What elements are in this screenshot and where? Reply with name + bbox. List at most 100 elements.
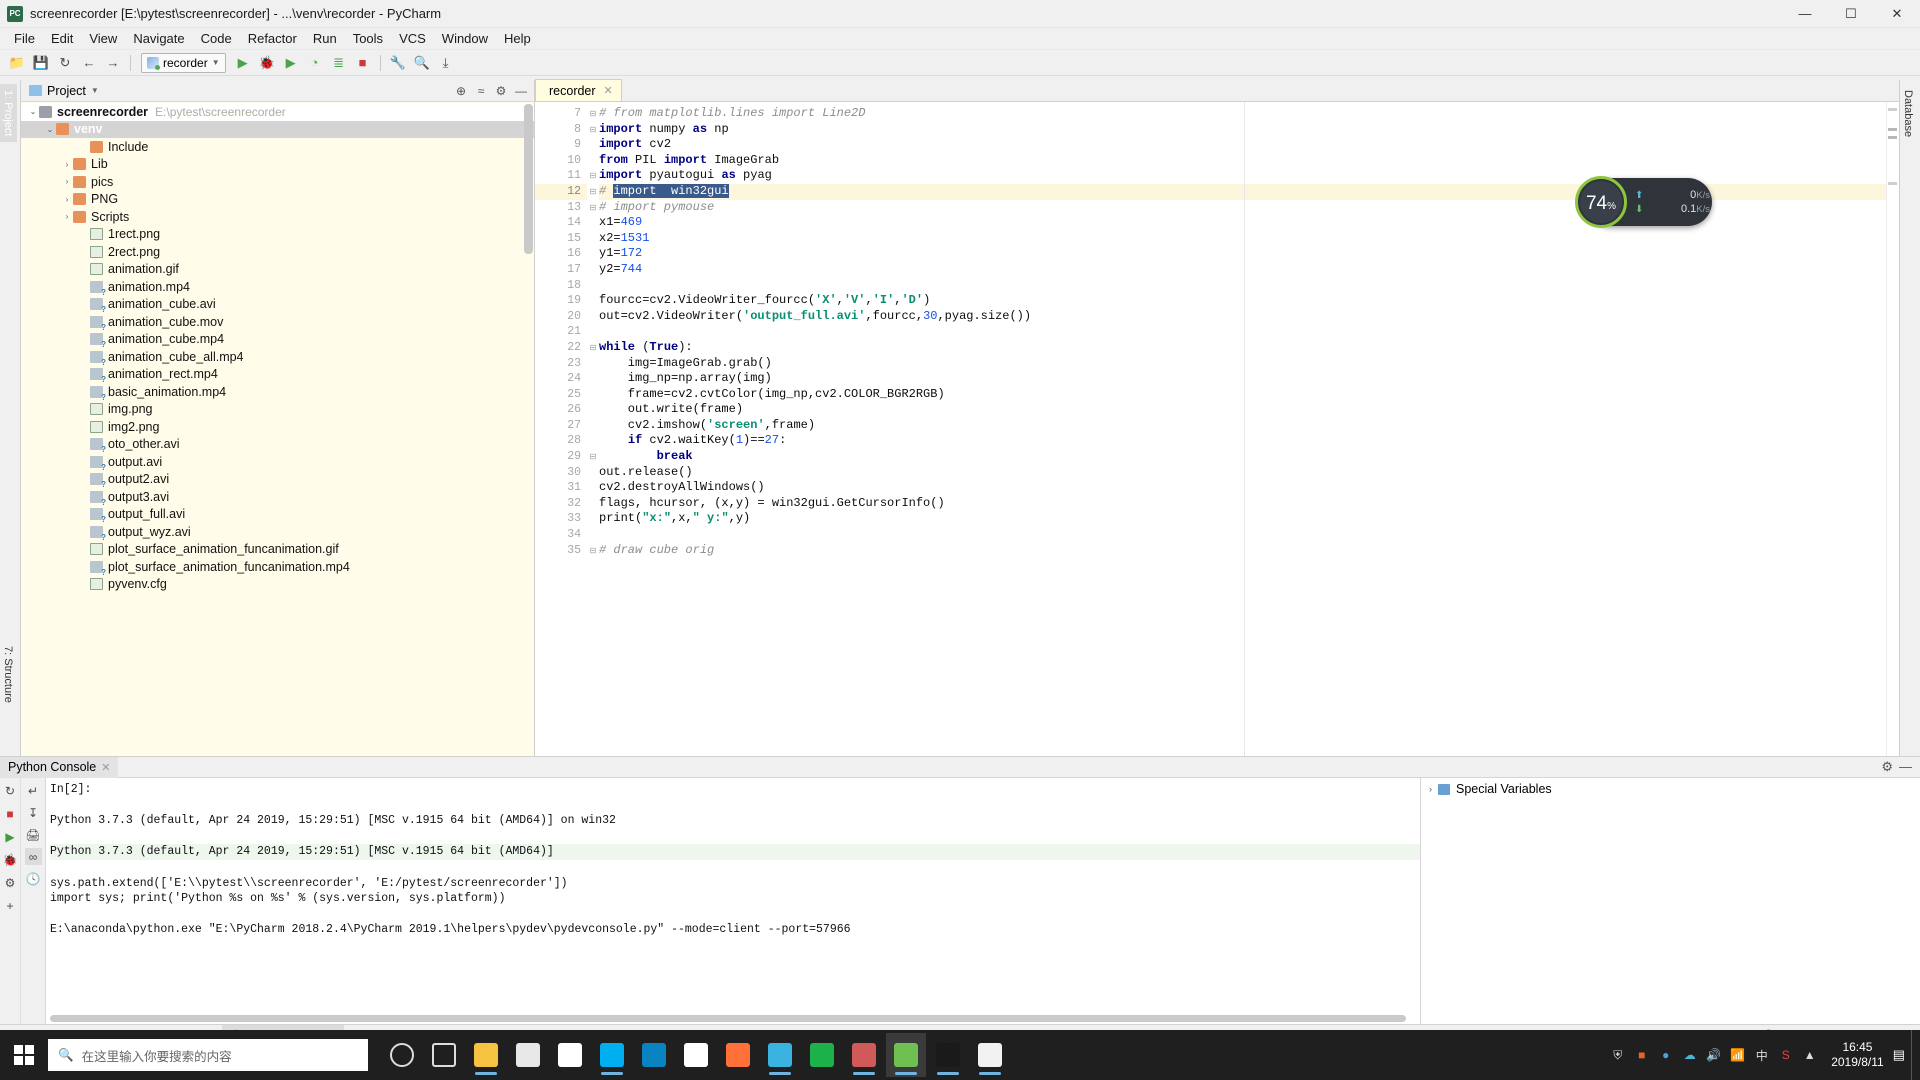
taskbar-vscode-icon[interactable] (676, 1033, 716, 1077)
locate-icon[interactable]: ⊕ (452, 82, 470, 100)
console-output[interactable]: In[2]:Python 3.7.3 (default, Apr 24 2019… (46, 778, 1420, 1024)
taskbar-search-input[interactable]: 🔍 在这里输入你要搜索的内容 (48, 1039, 368, 1071)
tree-row[interactable]: 1rect.png (21, 226, 534, 244)
code-line[interactable] (599, 527, 1886, 543)
fold-marker-icon[interactable]: ⊟ (587, 449, 599, 465)
sidebar-tab-structure[interactable]: 7: Structure (0, 640, 17, 709)
taskbar-photoshop-icon[interactable] (844, 1033, 884, 1077)
sidebar-tab-database[interactable]: Database (1899, 84, 1917, 143)
run-configuration-selector[interactable]: recorder ▼ (141, 53, 226, 73)
windows-defender-icon[interactable]: ⛨ (1609, 1047, 1626, 1064)
tree-row[interactable]: output.avi (21, 453, 534, 471)
vcs-update-icon[interactable]: ⤓ (435, 52, 457, 74)
special-variables-header[interactable]: › Special Variables (1421, 778, 1920, 800)
tree-row[interactable]: basic_animation.mp4 (21, 383, 534, 401)
show-hidden-icons-icon[interactable]: ▲ (1801, 1047, 1818, 1064)
taskbar-mail-icon[interactable] (550, 1033, 590, 1077)
menu-item-window[interactable]: Window (434, 29, 496, 48)
tree-row[interactable]: output_wyz.avi (21, 523, 534, 541)
code-line[interactable]: # from matplotlib.lines import Line2D (599, 106, 1886, 122)
code-line[interactable]: fourcc=cv2.VideoWriter_fourcc('X','V','I… (599, 293, 1886, 309)
taskbar-store-icon[interactable] (508, 1033, 548, 1077)
code-line[interactable]: from PIL import ImageGrab (599, 153, 1886, 169)
tree-row[interactable]: plot_surface_animation_funcanimation.gif (21, 541, 534, 559)
code-line[interactable]: img_np=np.array(img) (599, 371, 1886, 387)
minimize-button[interactable]: — (1782, 0, 1828, 28)
tree-row[interactable]: animation_cube.avi (21, 296, 534, 314)
fold-marker-icon[interactable]: ⊟ (587, 184, 599, 200)
tree-row[interactable]: animation.mp4 (21, 278, 534, 296)
sync-icon[interactable]: ↻ (54, 52, 76, 74)
code-line[interactable]: break (599, 449, 1886, 465)
show-variables-icon[interactable]: ∞ (25, 848, 42, 865)
tree-row[interactable]: 2rect.png (21, 243, 534, 261)
windows-start-icon[interactable] (0, 1030, 48, 1080)
taskbar-skype-icon[interactable] (592, 1033, 632, 1077)
tree-row[interactable]: ⌄venv (21, 121, 534, 139)
taskbar-task-view-icon[interactable] (424, 1033, 464, 1077)
browser-tray-icon[interactable]: ● (1657, 1047, 1674, 1064)
tree-row[interactable]: output3.avi (21, 488, 534, 506)
sidebar-tab-project[interactable]: 1: Project (0, 84, 17, 142)
run-with-console-icon[interactable]: ≣ (328, 52, 350, 74)
taskbar-firefox-icon[interactable] (718, 1033, 758, 1077)
code-line[interactable]: import numpy as np (599, 122, 1886, 138)
chevron-right-icon[interactable]: › (61, 212, 73, 221)
tree-row[interactable]: ›Scripts (21, 208, 534, 226)
code-line[interactable]: img=ImageGrab.grab() (599, 356, 1886, 372)
back-icon[interactable]: ← (78, 52, 100, 74)
code-line[interactable]: cv2.imshow('screen',frame) (599, 418, 1886, 434)
tree-row[interactable]: ›PNG (21, 191, 534, 209)
menu-item-help[interactable]: Help (496, 29, 539, 48)
editor-tab-recorder[interactable]: recorder ✕ (535, 79, 622, 101)
code-line[interactable]: flags, hcursor, (x,y) = win32gui.GetCurs… (599, 496, 1886, 512)
volume-icon[interactable]: 🔊 (1705, 1047, 1722, 1064)
tree-row[interactable]: animation_rect.mp4 (21, 366, 534, 384)
console-horizontal-scrollbar[interactable] (50, 1015, 1406, 1022)
code-line[interactable]: y2=744 (599, 262, 1886, 278)
menu-item-code[interactable]: Code (193, 29, 240, 48)
tree-row[interactable]: img.png (21, 401, 534, 419)
chevron-right-icon[interactable]: › (61, 160, 73, 169)
forward-icon[interactable]: → (102, 52, 124, 74)
taskbar-edge-icon[interactable] (634, 1033, 674, 1077)
taskbar-notepad-icon[interactable] (970, 1033, 1010, 1077)
settings-gear-icon[interactable]: ⚙ (2, 874, 19, 891)
menu-item-refactor[interactable]: Refactor (240, 29, 305, 48)
chevron-right-icon[interactable]: › (61, 177, 73, 186)
show-desktop-button[interactable] (1911, 1030, 1920, 1080)
project-scrollbar[interactable] (524, 104, 533, 254)
code-line[interactable]: out=cv2.VideoWriter('output_full.avi',fo… (599, 309, 1886, 325)
save-all-icon[interactable]: 💾 (30, 52, 52, 74)
menu-item-edit[interactable]: Edit (43, 29, 81, 48)
stop-icon[interactable]: ■ (2, 805, 19, 822)
taskbar-file-explorer-icon[interactable] (466, 1033, 506, 1077)
tree-row[interactable]: animation.gif (21, 261, 534, 279)
code-line[interactable]: import cv2 (599, 137, 1886, 153)
taskbar-clock[interactable]: 16:45 2019/8/11 (1822, 1040, 1893, 1070)
code-line[interactable] (599, 324, 1886, 340)
menu-item-tools[interactable]: Tools (345, 29, 391, 48)
profile-icon[interactable]: ◔ (304, 52, 326, 74)
tree-row[interactable]: output_full.avi (21, 506, 534, 524)
expand-icon[interactable]: › (1429, 784, 1432, 794)
tree-row[interactable]: ›pics (21, 173, 534, 191)
fold-marker-icon[interactable]: ⊟ (587, 543, 599, 559)
fold-marker-icon[interactable]: ⊟ (587, 200, 599, 216)
stop-icon[interactable]: ■ (352, 52, 374, 74)
taskbar-wps-icon[interactable] (802, 1033, 842, 1077)
taskbar-cortana-icon[interactable] (382, 1033, 422, 1077)
chevron-right-icon[interactable]: › (61, 195, 73, 204)
tree-row[interactable]: plot_surface_animation_funcanimation.mp4 (21, 558, 534, 576)
menu-item-vcs[interactable]: VCS (391, 29, 434, 48)
tree-row[interactable]: ⌄screenrecorderE:\pytest\screenrecorder (21, 103, 534, 121)
code-line[interactable]: out.release() (599, 465, 1886, 481)
print-icon[interactable]: 🖨 (25, 826, 42, 843)
run-coverage-icon[interactable]: ▶ (280, 52, 302, 74)
close-tab-icon[interactable]: ✕ (604, 84, 613, 97)
debug-icon[interactable]: 🐞 (2, 851, 19, 868)
menu-item-file[interactable]: File (6, 29, 43, 48)
console-tab-python[interactable]: Python Console ✕ (0, 757, 118, 778)
debug-icon[interactable]: 🐞 (256, 52, 278, 74)
tree-row[interactable]: animation_cube.mov (21, 313, 534, 331)
